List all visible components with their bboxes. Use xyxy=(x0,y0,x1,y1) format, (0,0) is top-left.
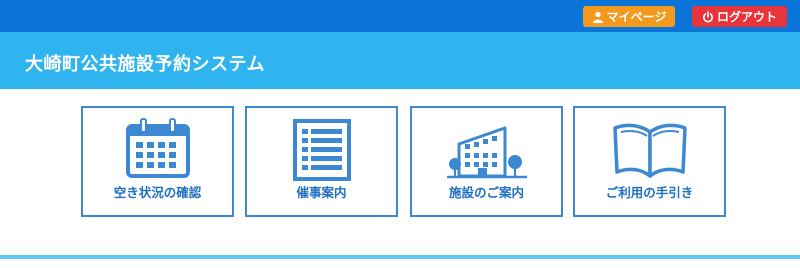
site-banner: 大崎町公共施設予約システム xyxy=(0,32,800,89)
footer-divider xyxy=(0,255,800,259)
menu-tile-availability[interactable]: 空き状況の確認 xyxy=(81,106,234,217)
menu-tile-label: 施設のご案内 xyxy=(448,185,524,200)
logout-label: ログアウト xyxy=(716,10,777,24)
list-icon xyxy=(292,119,351,181)
logout-button[interactable]: ログアウト xyxy=(692,6,787,27)
building-icon xyxy=(446,126,527,179)
menu-tile-label: 催事案内 xyxy=(296,185,347,200)
open-book-icon xyxy=(612,123,687,178)
menu-tile-guide[interactable]: ご利用の手引き xyxy=(573,106,726,217)
top-bar: マイページ ログアウト xyxy=(0,0,800,32)
mypage-label: マイページ xyxy=(606,10,667,24)
menu-tile-label: 空き状況の確認 xyxy=(113,185,202,200)
menu-tile-facilities[interactable]: 施設のご案内 xyxy=(410,106,563,217)
calendar-icon xyxy=(125,118,190,178)
site-title[interactable]: 大崎町公共施設予約システム xyxy=(25,50,265,76)
mypage-button[interactable]: マイページ xyxy=(583,6,675,27)
menu-tile-label: ご利用の手引き xyxy=(605,185,694,200)
user-icon xyxy=(592,11,603,23)
power-icon xyxy=(703,10,713,22)
menu-tile-events[interactable]: 催事案内 xyxy=(245,106,398,217)
